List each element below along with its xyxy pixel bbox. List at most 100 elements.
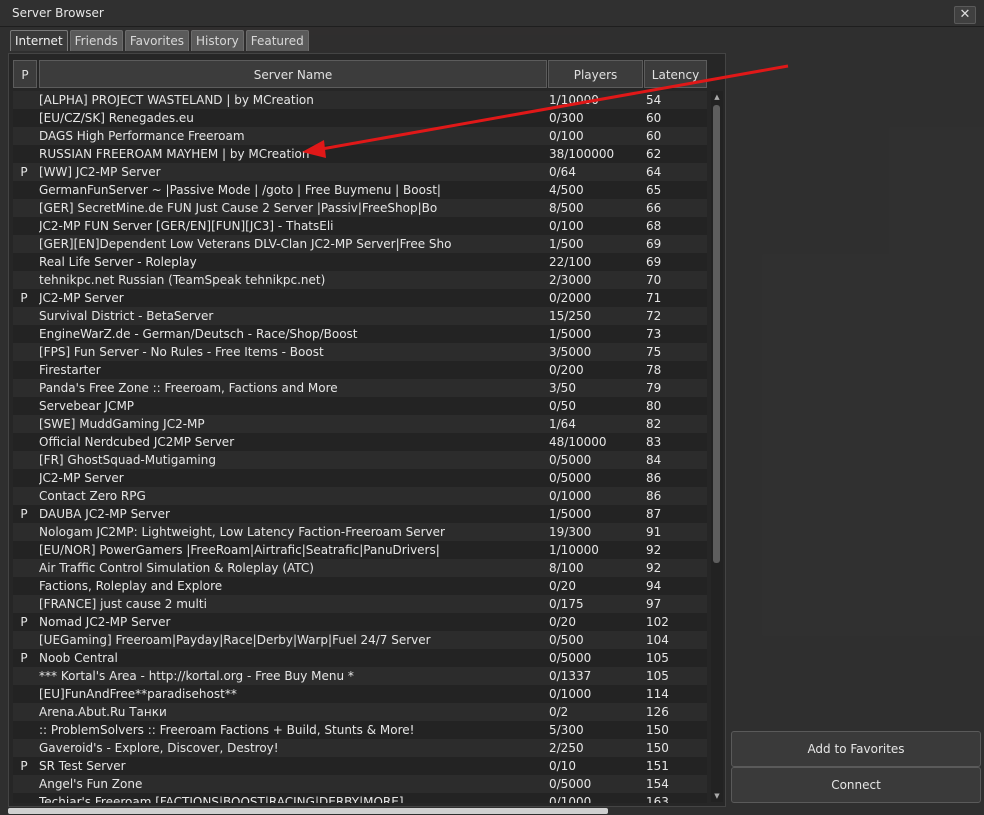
- connect-button[interactable]: Connect: [731, 767, 981, 803]
- server-name-cell: RUSSIAN FREEROAM MAYHEM | by MCreation: [39, 147, 310, 161]
- table-row[interactable]: P [WW] JC2-MP Server 0/64 64: [13, 163, 707, 181]
- table-row[interactable]: Servebear JCMP 0/50 80: [13, 397, 707, 415]
- scroll-up-icon[interactable]: ▲: [711, 91, 723, 103]
- latency-cell: 54: [646, 93, 662, 107]
- table-row[interactable]: Techiar's Freeroam [FACTIONS|BOOST|RACIN…: [13, 793, 707, 803]
- table-row[interactable]: Survival District - BetaServer 15/250 72: [13, 307, 707, 325]
- tab-history[interactable]: History: [191, 30, 244, 51]
- latency-cell: 104: [646, 633, 669, 647]
- table-row[interactable]: [EU/CZ/SK] Renegades.eu 0/300 60: [13, 109, 707, 127]
- players-cell: 2/3000: [549, 273, 592, 287]
- players-cell: 8/100: [549, 561, 584, 575]
- table-row[interactable]: Contact Zero RPG 0/1000 86: [13, 487, 707, 505]
- table-row[interactable]: Firestarter 0/200 78: [13, 361, 707, 379]
- players-cell: 0/100: [549, 219, 584, 233]
- table-row[interactable]: [EU/NOR] PowerGamers |FreeRoam|Airtrafic…: [13, 541, 707, 559]
- table-row[interactable]: [FPS] Fun Server - No Rules - Free Items…: [13, 343, 707, 361]
- vertical-scrollbar[interactable]: ▲ ▼: [711, 91, 723, 802]
- server-name-cell: [WW] JC2-MP Server: [39, 165, 161, 179]
- table-row[interactable]: P Nomad JC2-MP Server 0/20 102: [13, 613, 707, 631]
- players-cell: 0/5000: [549, 471, 592, 485]
- horizontal-scrollbar[interactable]: [8, 808, 608, 814]
- latency-cell: 62: [646, 147, 662, 161]
- latency-cell: 105: [646, 669, 669, 683]
- latency-cell: 150: [646, 741, 669, 755]
- table-row[interactable]: Real Life Server - Roleplay 22/100 69: [13, 253, 707, 271]
- latency-cell: 73: [646, 327, 662, 341]
- latency-cell: 86: [646, 471, 662, 485]
- table-row[interactable]: [FR] GhostSquad-Mutigaming 0/5000 84: [13, 451, 707, 469]
- players-cell: 0/10: [549, 759, 576, 773]
- server-list-panel: P Server Name Players Latency [ALPHA] PR…: [8, 53, 726, 807]
- table-row[interactable]: Air Traffic Control Simulation & Rolepla…: [13, 559, 707, 577]
- table-row[interactable]: :: ProblemSolvers :: Freeroam Factions +…: [13, 721, 707, 739]
- column-header-latency[interactable]: Latency: [644, 60, 707, 88]
- table-row[interactable]: [UEGaming] Freeroam|Payday|Race|Derby|Wa…: [13, 631, 707, 649]
- table-row[interactable]: [FRANCE] just cause 2 multi 0/175 97: [13, 595, 707, 613]
- table-row[interactable]: Official Nerdcubed JC2MP Server 48/10000 8…: [13, 433, 707, 451]
- scrollbar-thumb[interactable]: [713, 105, 720, 563]
- scroll-down-icon[interactable]: ▼: [711, 790, 723, 802]
- players-cell: 3/5000: [549, 345, 592, 359]
- column-header-players[interactable]: Players: [548, 60, 643, 88]
- players-cell: 0/2000: [549, 291, 592, 305]
- players-cell: 1/10000: [549, 543, 599, 557]
- table-row[interactable]: [EU]FunAndFree**paradisehost** 0/1000 114: [13, 685, 707, 703]
- table-row[interactable]: Factions, Roleplay and Explore 0/20 94: [13, 577, 707, 595]
- column-header-server-name[interactable]: Server Name: [39, 60, 547, 88]
- table-row[interactable]: EngineWarZ.de - German/Deutsch - Race/Sh…: [13, 325, 707, 343]
- close-button[interactable]: ✕: [954, 6, 976, 24]
- table-row[interactable]: P JC2-MP Server 0/2000 71: [13, 289, 707, 307]
- tab-bar: Internet Friends Favorites History Featu…: [10, 30, 309, 52]
- password-flag: P: [20, 651, 28, 665]
- server-name-cell: JC2-MP FUN Server [GER/EN][FUN][JC3] - T…: [39, 219, 334, 233]
- server-name-cell: Factions, Roleplay and Explore: [39, 579, 223, 593]
- table-row[interactable]: P SR Test Server 0/10 151: [13, 757, 707, 775]
- table-row[interactable]: Panda's Free Zone :: Freeroam, Factions …: [13, 379, 707, 397]
- column-header-password[interactable]: P: [13, 60, 37, 88]
- players-cell: 0/5000: [549, 453, 592, 467]
- table-row[interactable]: Nologam JC2MP: Lightweight, Low Latency …: [13, 523, 707, 541]
- players-cell: 19/300: [549, 525, 592, 539]
- tab-internet[interactable]: Internet: [10, 30, 68, 51]
- table-row[interactable]: [ALPHA] PROJECT WASTELAND | by MCreation…: [13, 91, 707, 109]
- table-row[interactable]: *** Kortal's Area - http://kortal.org - …: [13, 667, 707, 685]
- players-cell: 0/64: [549, 165, 576, 179]
- latency-cell: 105: [646, 651, 669, 665]
- tab-featured[interactable]: Featured: [245, 30, 309, 51]
- latency-cell: 65: [646, 183, 662, 197]
- table-row[interactable]: [GER] SecretMine.de FUN Just Cause 2 Ser…: [13, 199, 707, 217]
- table-row[interactable]: Gaveroid's - Explore, Discover, Destroy!…: [13, 739, 707, 757]
- table-row[interactable]: tehnikpc.net Russian (TeamSpeak tehnikpc…: [13, 271, 707, 289]
- players-cell: 0/50: [549, 399, 576, 413]
- tab-friends[interactable]: Friends: [69, 30, 123, 51]
- server-name-cell: [UEGaming] Freeroam|Payday|Race|Derby|Wa…: [39, 633, 431, 647]
- title-bar[interactable]: Server Browser ✕: [0, 0, 984, 27]
- table-row[interactable]: [SWE] MuddGaming JC2-MP 1/64 82: [13, 415, 707, 433]
- password-flag: P: [20, 759, 28, 773]
- server-name-cell: [SWE] MuddGaming JC2-MP: [39, 417, 205, 431]
- table-row[interactable]: [GER][EN]Dependent Low Veterans DLV-Clan…: [13, 235, 707, 253]
- table-row[interactable]: P DAUBA JC2-MP Server 1/5000 87: [13, 505, 707, 523]
- latency-cell: 79: [646, 381, 662, 395]
- table-row[interactable]: P Noob Central 0/5000 105: [13, 649, 707, 667]
- table-row[interactable]: JC2-MP FUN Server [GER/EN][FUN][JC3] - T…: [13, 217, 707, 235]
- table-row[interactable]: JC2-MP Server 0/5000 86: [13, 469, 707, 487]
- table-row[interactable]: RUSSIAN FREEROAM MAYHEM | by MCreation 38…: [13, 145, 707, 163]
- server-name-cell: [GER][EN]Dependent Low Veterans DLV-Clan…: [39, 237, 452, 251]
- tab-favorites[interactable]: Favorites: [124, 30, 190, 51]
- table-row[interactable]: GermanFunServer ~ |Passive Mode | /goto …: [13, 181, 707, 199]
- table-row[interactable]: Angel's Fun Zone 0/5000 154: [13, 775, 707, 793]
- latency-cell: 84: [646, 453, 662, 467]
- latency-cell: 87: [646, 507, 662, 521]
- latency-cell: 83: [646, 435, 662, 449]
- server-name-cell: Noob Central: [39, 651, 118, 665]
- server-table-body: [ALPHA] PROJECT WASTELAND | by MCreation…: [13, 91, 707, 803]
- table-row[interactable]: DAGS High Performance Freeroam 0/100 60: [13, 127, 707, 145]
- server-browser-window: Server Browser ✕ Internet Friends Favori…: [0, 0, 984, 815]
- players-cell: 2/250: [549, 741, 584, 755]
- password-flag: P: [20, 165, 28, 179]
- latency-cell: 66: [646, 201, 662, 215]
- table-row[interactable]: Arena.Abut.Ru Танки 0/2 126: [13, 703, 707, 721]
- add-to-favorites-button[interactable]: Add to Favorites: [731, 731, 981, 767]
